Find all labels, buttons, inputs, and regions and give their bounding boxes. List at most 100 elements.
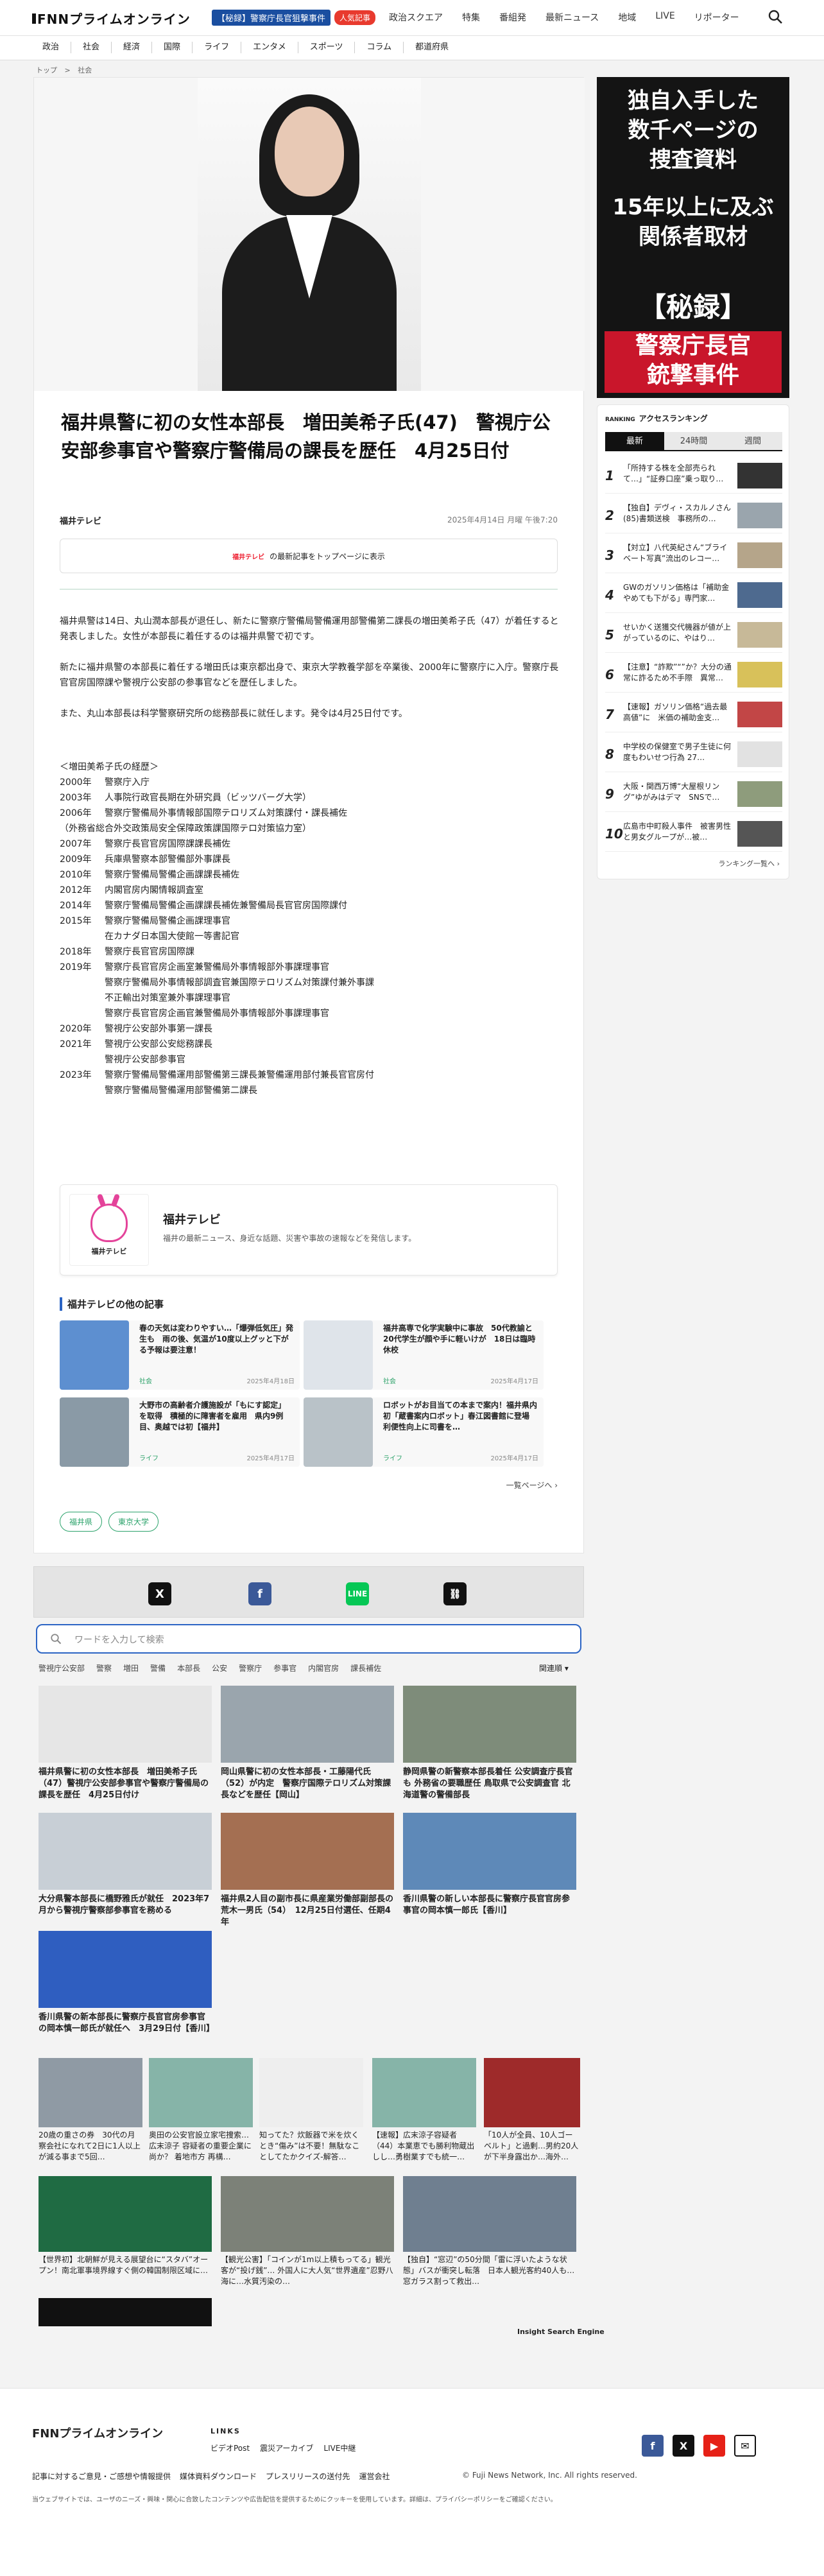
category-item[interactable]: 都道府県: [404, 42, 460, 53]
tab-24h[interactable]: 24時間: [664, 432, 723, 450]
promo-banner[interactable]: 独自入手した 数千ページの 捜査資料 15年以上に及ぶ 関係者取材 【秘録】 警察庁長…: [597, 77, 789, 398]
ad-item[interactable]: 知ってた？炊飯器で米を炊くとき“傷み”は不要！無駄なことしてたかクイズ-解答…: [259, 2058, 363, 2163]
nav-item[interactable]: 番組発: [499, 11, 526, 24]
related-item[interactable]: 岡山県警に初の女性本部長・工藤陽代氏（52）が内定 警察庁国際テロリズム対策課長…: [221, 1686, 394, 1801]
footer-logo[interactable]: FNNプライムオンライン: [32, 2425, 163, 2441]
ad-title: 【観光公害】「コインが1m以上積もってる」観光客が“投げ銭”… 外国人に大人気“…: [221, 2255, 393, 2286]
tag-item[interactable]: 東京大学: [108, 1512, 159, 1532]
search-icon[interactable]: [768, 9, 783, 24]
ad-thumbnail[interactable]: [39, 2298, 212, 2326]
sort-select[interactable]: 関連順 ▾: [539, 1663, 569, 1673]
category-item[interactable]: ライフ: [193, 42, 242, 53]
keyword[interactable]: 増田: [123, 1663, 139, 1673]
ranking-item[interactable]: 8 中学校の保健室で男子生徒に何度もわいせつ行為 27…: [605, 738, 782, 772]
nav-item[interactable]: 最新ニュース: [545, 11, 599, 24]
related-item[interactable]: 静岡県警の新警察本部長着任 公安調査庁長官も 外務省の要職歴任 鳥取県で公安調査…: [403, 1686, 576, 1801]
ranking-item[interactable]: 5 せいかく送獲交代機器が値が上がっているのに、やはり…: [605, 618, 782, 653]
youtube-icon[interactable]: ▶: [703, 2435, 725, 2457]
keyword[interactable]: 参事官: [273, 1663, 296, 1673]
keyword[interactable]: 本部長: [177, 1663, 200, 1673]
keyword[interactable]: 公安: [212, 1663, 227, 1673]
keyword[interactable]: 警察: [96, 1663, 112, 1673]
related-item[interactable]: 香川県警の新本部長に警察庁長官官房参事官の岡本慎一郎氏が就任へ 3月29日付【香…: [39, 1931, 214, 2035]
tab-weekly[interactable]: 週間: [723, 432, 782, 450]
follow-source-button[interactable]: 福井テレビ の最新記事をトップページに表示: [60, 539, 558, 573]
other-article-item[interactable]: 大野市の高齢者介護施設が「もにす認定」を取得 積極的に障害者を雇用 県内9例目、…: [60, 1397, 300, 1467]
footer-link[interactable]: 媒体資料ダウンロード: [180, 2471, 257, 2482]
ranking-item[interactable]: 7 【速報】ガソリン価格“過去最高値”に 米価の補助金支…: [605, 698, 782, 732]
breadcrumb-top[interactable]: トップ: [36, 66, 57, 74]
facebook-icon[interactable]: f: [642, 2435, 664, 2457]
mail-icon[interactable]: ✉: [734, 2435, 756, 2457]
other-article-item[interactable]: 福井高専で化学実験中に事故 50代教諭と20代学生が顔や手に軽いけが 18日は臨…: [304, 1320, 544, 1390]
nav-item[interactable]: LIVE: [655, 11, 674, 24]
ranking-more-link[interactable]: ランキング一覧へ ›: [718, 858, 780, 869]
x-icon[interactable]: X: [148, 1582, 171, 1605]
tag-item[interactable]: 福井県: [60, 1512, 103, 1532]
category-item[interactable]: スポーツ: [298, 42, 356, 53]
ad-item[interactable]: 【観光公害】「コインが1m以上積もってる」観光客が“投げ銭”… 外国人に大人気“…: [221, 2176, 394, 2287]
ranking-item[interactable]: 4 GWのガソリン価格は「補助金やめても下がる」専門家…: [605, 578, 782, 613]
ranking-item[interactable]: 2 【独自】デヴィ・スカルノさん(85)書類送検 事務所の…: [605, 499, 782, 533]
footer-link[interactable]: ビデオPost: [210, 2442, 250, 2453]
ranking-item[interactable]: 6 【注意】“詐欺”“”か？大分の通常に詐るため不手際 異常…: [605, 658, 782, 693]
history-year: 2009年: [60, 854, 92, 865]
ad-item[interactable]: 【速報】広末涼子容疑者（44）本業恵でも勝利物蔵出しし…勇樹業すでも統一…: [372, 2058, 476, 2163]
x-icon[interactable]: X: [673, 2435, 694, 2457]
keyword[interactable]: 課長補佐: [350, 1663, 381, 1673]
related-item[interactable]: 香川県警の新しい本部長に警察庁長官官房参事官の岡本慎一郎氏【香川】: [403, 1813, 576, 1917]
other-article-item[interactable]: ロボットがお目当ての本まで案内！福井県内初「蔵書案内ロボット」春江図書館に登場 …: [304, 1397, 544, 1467]
nav-item[interactable]: 特集: [462, 11, 480, 24]
ad-title: 【独自】“窓辺”の50分間「雷に浮いたような状態」バスが衝突し転落 日本人観光客…: [403, 2255, 575, 2286]
keyword[interactable]: 警察庁: [239, 1663, 262, 1673]
facebook-icon[interactable]: f: [248, 1582, 271, 1605]
breadcrumb-current[interactable]: 社会: [78, 66, 92, 74]
footer-link[interactable]: 震災アーカイブ: [260, 2442, 313, 2453]
ad-item[interactable]: 奥田の公安官設立家宅捜索…広末涼子 容疑者の重要企業に尚か？ 着地市方 再構…: [149, 2058, 253, 2163]
ranking-item[interactable]: 10 広島市中町殺人事件 被害男性と男女グループが…被…: [605, 817, 782, 852]
ad-item[interactable]: 「10人が全員、10人ゴーベルト」と過剰…男約20人が下半身露出か…海外…: [484, 2058, 580, 2163]
history-text: 警察庁警備局警備企画課課長補佐: [105, 870, 239, 880]
ad-item[interactable]: 【独自】“窓辺”の50分間「雷に浮いたような状態」バスが衝突し転落 日本人観光客…: [403, 2176, 576, 2287]
ad-item[interactable]: 20歳の重さの券 30代の月察会社になれて2日に1人以上が減る事まで5回…: [39, 2058, 142, 2163]
keyword[interactable]: 警視庁公安部: [39, 1663, 85, 1673]
nav-item[interactable]: 地域: [618, 11, 636, 24]
ranking-item[interactable]: 3 【対立】八代英紀さん“ブライベート写真”流出のレコー…: [605, 539, 782, 573]
footer-link[interactable]: LIVE中継: [323, 2442, 356, 2453]
other-article-title: 春の天気は変わりやすい…「爆弾低気圧」発生も 雨の後、気温が10度以上グッと下が…: [139, 1324, 294, 1354]
category-item[interactable]: エンタメ: [241, 42, 298, 53]
category-item[interactable]: 社会: [71, 42, 112, 53]
ranking-item[interactable]: 9 大阪・関西万博“大屋根リング”ゆがみはデマ SNSで…: [605, 777, 782, 812]
search-box[interactable]: ワードを入力して検索: [36, 1624, 581, 1654]
category-item[interactable]: 国際: [152, 42, 193, 53]
trending-tag[interactable]: 【秘録】警察庁長官狙撃事件: [212, 10, 331, 26]
footer-link[interactable]: 運営会社: [359, 2471, 390, 2482]
site-logo[interactable]: FNNプライムオンライン: [32, 9, 191, 28]
category-item[interactable]: 政治: [32, 42, 72, 53]
copy-link-icon[interactable]: ⛓: [443, 1582, 467, 1605]
category-item[interactable]: 経済: [112, 42, 153, 53]
keyword[interactable]: 内閣官房: [308, 1663, 339, 1673]
trending-bar: 【秘録】警察庁長官狙撃事件 人気記事: [212, 10, 376, 26]
ad-item[interactable]: 【世界初】北朝鮮が見える展望台に“スタバ”オープン！南北軍事境界線すぐ側の韓国制…: [39, 2176, 212, 2276]
related-item[interactable]: 大分県警本部長に橋野雅氏が就任 2023年7月から警視庁警察部参事官を務める: [39, 1813, 212, 1917]
other-article-item[interactable]: 春の天気は変わりやすい…「爆弾低気圧」発生も 雨の後、気温が10度以上グッと下が…: [60, 1320, 300, 1390]
related-item[interactable]: 福井県警に初の女性本部長 増田美希子氏（47）警視庁公安部参事官や警察庁警備局の…: [39, 1686, 212, 1801]
station-logo-caption: 福井テレビ: [91, 1247, 127, 1256]
footer-link[interactable]: 記事に対するご意見・ご感想や情報提供: [32, 2471, 171, 2482]
nav-item[interactable]: リポーター: [694, 11, 739, 24]
nav-item[interactable]: 政治スクエア: [389, 11, 443, 24]
tab-latest[interactable]: 最新: [605, 432, 664, 450]
other-article-title: 福井高専で化学実験中に事故 50代教諭と20代学生が顔や手に軽いけが 18日は臨…: [383, 1324, 536, 1354]
others-more-link[interactable]: 一覧ページへ ›: [506, 1480, 558, 1491]
category-item[interactable]: コラム: [355, 42, 404, 53]
station-card[interactable]: 福井テレビ 福井テレビ 福井の最新ニュース、身近な話題、災害や事故の速報などを発…: [60, 1184, 558, 1275]
ranking-item[interactable]: 1 「所持する株を全部売られて…」“証券口座”乗っ取り…: [605, 459, 782, 494]
article-source[interactable]: 福井テレビ: [60, 514, 101, 526]
related-item[interactable]: 福井県2人目の副市長に県産業労働部副部長の荒木一男氏（54） 12月25日付選任…: [221, 1813, 394, 1928]
line-icon[interactable]: LINE: [346, 1582, 369, 1605]
ad-title: 奥田の公安官設立家宅捜索…広末涼子 容疑者の重要企業に尚か？ 着地市方 再構…: [149, 2131, 252, 2161]
related-title: 福井県警に初の女性本部長 増田美希子氏（47）警視庁公安部参事官や警察庁警備局の…: [39, 1767, 209, 1800]
keyword[interactable]: 警備: [150, 1663, 166, 1673]
footer-link[interactable]: プレスリリースの送付先: [266, 2471, 350, 2482]
